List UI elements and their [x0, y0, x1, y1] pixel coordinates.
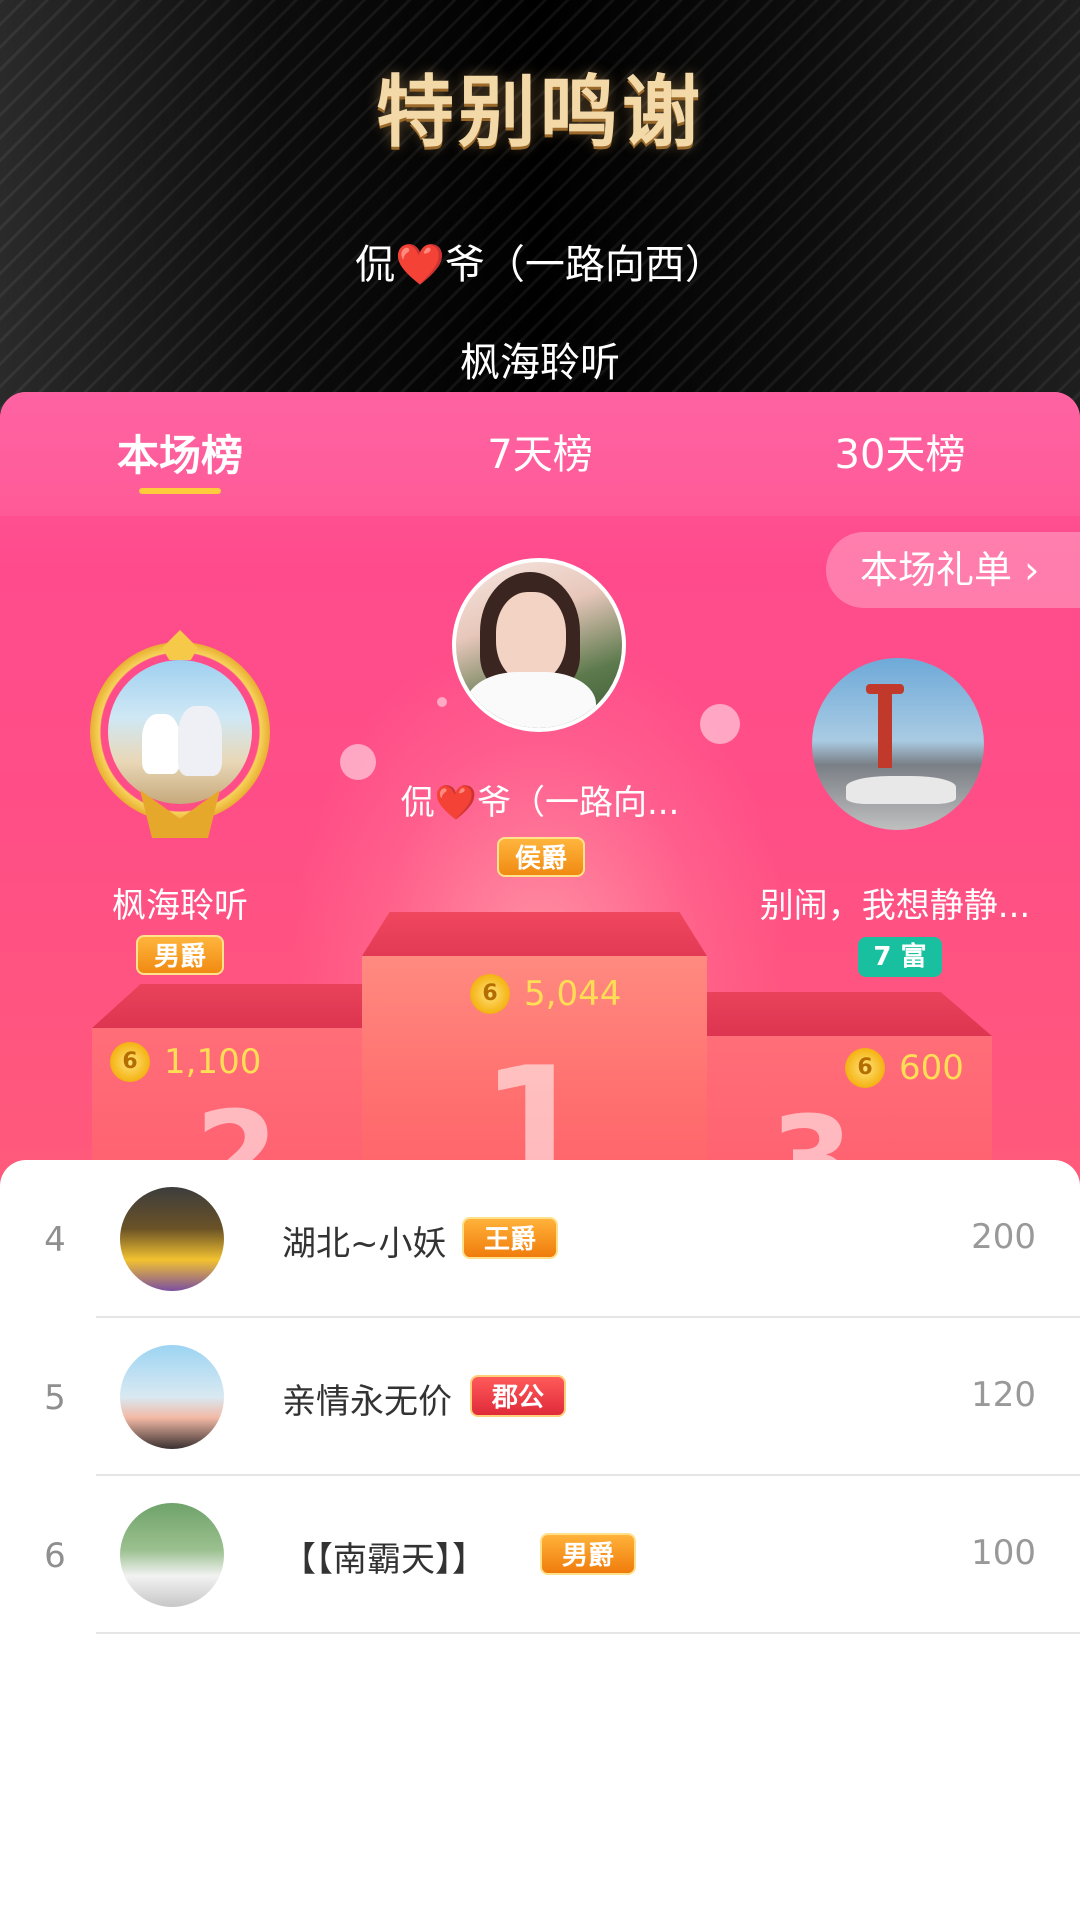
- rank-badge: 王爵: [462, 1217, 558, 1259]
- podium-center-top: [362, 912, 707, 956]
- score-value: 5,044: [524, 974, 622, 1014]
- rank-number: 6: [44, 1536, 66, 1576]
- sparkle-decoration: [437, 697, 447, 707]
- list-item[interactable]: 4 湖北~小妖 王爵 200: [0, 1160, 1080, 1318]
- thanks-name-1: 侃❤️爷（一路向西）: [355, 242, 725, 288]
- coin-icon: 6: [110, 1042, 150, 1082]
- podium-right-top: [707, 992, 992, 1036]
- crown-frame-icon: [90, 642, 270, 822]
- ranking-tabs: 本场榜 7天榜 30天榜: [0, 392, 1080, 516]
- user-name: 【【南霸天】】: [282, 1540, 486, 1580]
- avatar[interactable]: [120, 1187, 224, 1291]
- wealth-badge: 7 富: [858, 937, 942, 977]
- thanks-banner: 特别鸣谢 侃❤️爷（一路向西） 枫海聆听: [0, 0, 1080, 420]
- list-item[interactable]: 5 亲情永无价 郡公 120: [0, 1318, 1080, 1476]
- rank-badge: 侯爵: [497, 837, 585, 877]
- sparkle-decoration: [700, 704, 740, 744]
- score-value: 600: [899, 1048, 964, 1088]
- ranking-panel: 本场榜 7天榜 30天榜 本场礼单 › 1 2 3 侃❤️爷（一路向... 侯爵…: [0, 392, 1080, 1192]
- podium-left-top: [92, 984, 362, 1028]
- avatar[interactable]: [120, 1345, 224, 1449]
- avatar-rank-3[interactable]: [812, 658, 984, 830]
- rank-number: 5: [44, 1378, 66, 1418]
- score-value: 100: [971, 1533, 1036, 1573]
- tab-7-days[interactable]: 7天榜: [390, 422, 690, 480]
- rank-badge: 郡公: [470, 1375, 566, 1417]
- rank-badge: 男爵: [540, 1533, 636, 1575]
- row-divider: [96, 1632, 1080, 1634]
- ranking-list: 4 湖北~小妖 王爵 200 5 亲情永无价 郡公 120 6 【【南霸天】】 …: [0, 1160, 1080, 1920]
- score-rank-1: 6 5,044: [470, 974, 621, 1014]
- rank-badge: 男爵: [136, 935, 224, 975]
- top-name-rank-1: 侃❤️爷（一路向...: [400, 783, 680, 823]
- avatar[interactable]: [120, 1503, 224, 1607]
- avatar-rank-1[interactable]: [452, 558, 626, 732]
- tab-30-days[interactable]: 30天榜: [750, 422, 1050, 480]
- rank-number: 4: [44, 1220, 66, 1260]
- top-name-rank-3: 别闹，我想静静...: [759, 886, 1031, 926]
- score-rank-3: 6 600: [845, 1048, 964, 1088]
- crown-icon: [162, 630, 198, 660]
- user-name: 湖北~小妖: [282, 1224, 447, 1264]
- top-name-rank-2: 枫海聆听: [112, 886, 248, 926]
- score-value: 1,100: [164, 1042, 262, 1082]
- coin-icon: 6: [845, 1048, 885, 1088]
- banner-title: 特别鸣谢: [375, 68, 704, 158]
- score-value: 200: [971, 1217, 1036, 1257]
- score-rank-2: 6 1,100: [110, 1042, 261, 1082]
- sparkle-decoration: [340, 744, 376, 780]
- user-name: 亲情永无价: [282, 1382, 452, 1422]
- active-tab-indicator: [139, 488, 221, 494]
- tab-current-session[interactable]: 本场榜: [30, 422, 330, 483]
- coin-icon: 6: [470, 974, 510, 1014]
- thanks-name-2: 枫海聆听: [460, 340, 620, 386]
- gift-list-button[interactable]: 本场礼单 ›: [826, 532, 1080, 608]
- score-value: 120: [971, 1375, 1036, 1415]
- list-item[interactable]: 6 【【南霸天】】 男爵 100: [0, 1476, 1080, 1634]
